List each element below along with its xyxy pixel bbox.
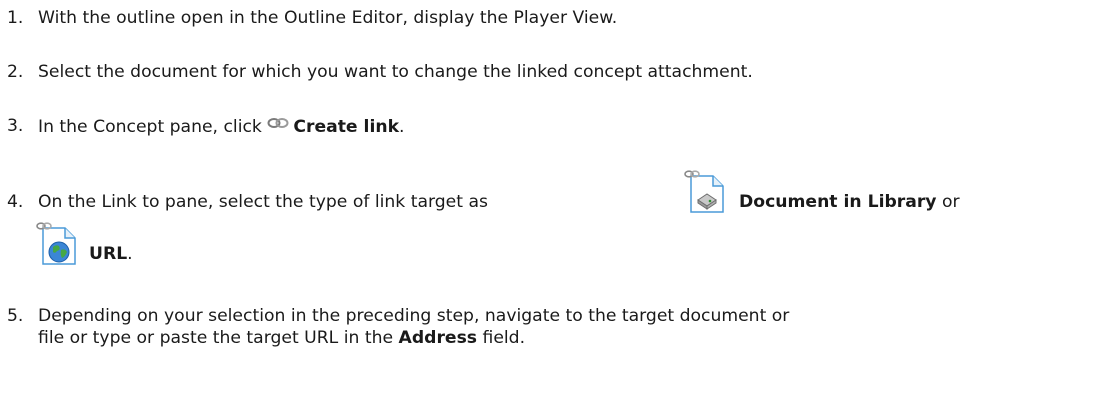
step-number: 3. (7, 116, 24, 136)
step-number: 4. (7, 192, 24, 212)
step-number: 5. (7, 306, 24, 326)
step-4: 4. On the Link to pane, select the type … (0, 168, 1108, 268)
linked-url-globe-icon (36, 222, 76, 265)
create-link-label: Create link (293, 117, 400, 137)
step-text-line1: Depending on your selection in the prece… (38, 306, 790, 326)
step-text-after: field. (477, 328, 526, 348)
step-text: Select the document for which you want t… (38, 62, 753, 82)
step-text-line2: file or type or paste the target URL in … (38, 328, 525, 348)
step-number: 2. (7, 62, 24, 82)
chain-link-icon (267, 118, 289, 128)
step-text-after: . (127, 244, 133, 264)
step-text-line1: On the Link to pane, select the type of … (38, 192, 488, 212)
step-number: 1. (7, 8, 24, 28)
step-text: In the Concept pane, click Create link. (38, 116, 404, 137)
step-text: With the outline open in the Outline Edi… (38, 8, 618, 28)
document-in-library-label: Document in Library (739, 192, 937, 212)
step-text-before: file or type or paste the target URL in … (38, 328, 399, 348)
address-label: Address (398, 328, 478, 348)
linked-document-library-icon (684, 170, 724, 213)
step-text-after: . (399, 117, 405, 137)
step-text-before: On the Link to pane, select the type of … (38, 192, 488, 212)
step-text-before: In the Concept pane, click (38, 117, 268, 137)
connector-text: or (936, 192, 960, 212)
step-text-option2: URL. (89, 244, 133, 264)
url-label: URL (89, 244, 128, 264)
step-text-option1: Document in Library or (739, 192, 960, 212)
